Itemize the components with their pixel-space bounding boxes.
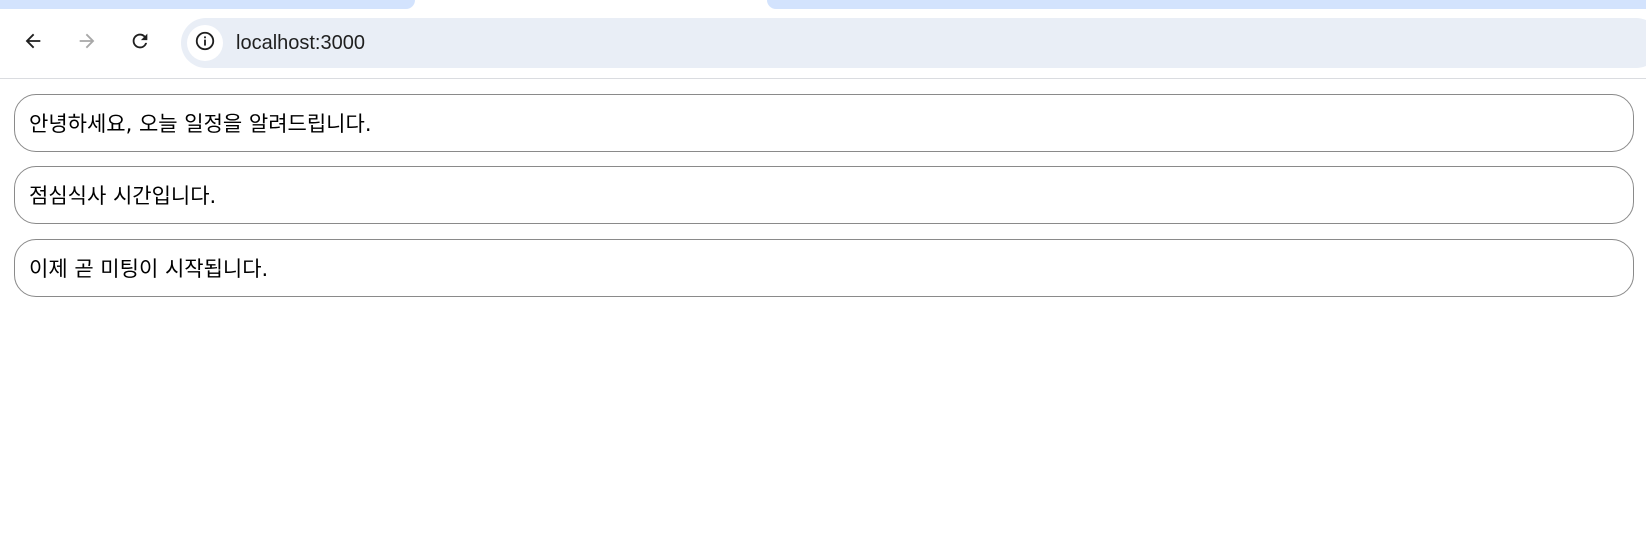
arrow-right-icon — [76, 30, 98, 52]
message-text: 안녕하세요, 오늘 일정을 알려드립니다. — [29, 112, 372, 136]
tab-strip — [0, 0, 1646, 9]
arrow-left-icon — [22, 30, 44, 52]
back-button[interactable] — [15, 23, 51, 59]
browser-toolbar: localhost:3000 — [0, 9, 1646, 79]
site-info-button[interactable] — [187, 25, 223, 61]
forward-button[interactable] — [69, 23, 105, 59]
inactive-tab-left[interactable] — [0, 0, 415, 9]
reload-button[interactable] — [122, 23, 158, 59]
message-text: 점심식사 시간입니다. — [29, 184, 217, 208]
url-text[interactable]: localhost:3000 — [236, 31, 365, 55]
message-text: 이제 곧 미팅이 시작됩니다. — [29, 257, 269, 281]
message-box: 안녕하세요, 오늘 일정을 알려드립니다. — [14, 94, 1634, 152]
reload-icon — [129, 30, 151, 52]
address-bar[interactable]: localhost:3000 — [181, 18, 1646, 68]
inactive-tab-right[interactable] — [767, 0, 1646, 9]
message-box: 이제 곧 미팅이 시작됩니다. — [14, 239, 1634, 297]
message-box: 점심식사 시간입니다. — [14, 166, 1634, 224]
info-icon — [194, 30, 216, 56]
